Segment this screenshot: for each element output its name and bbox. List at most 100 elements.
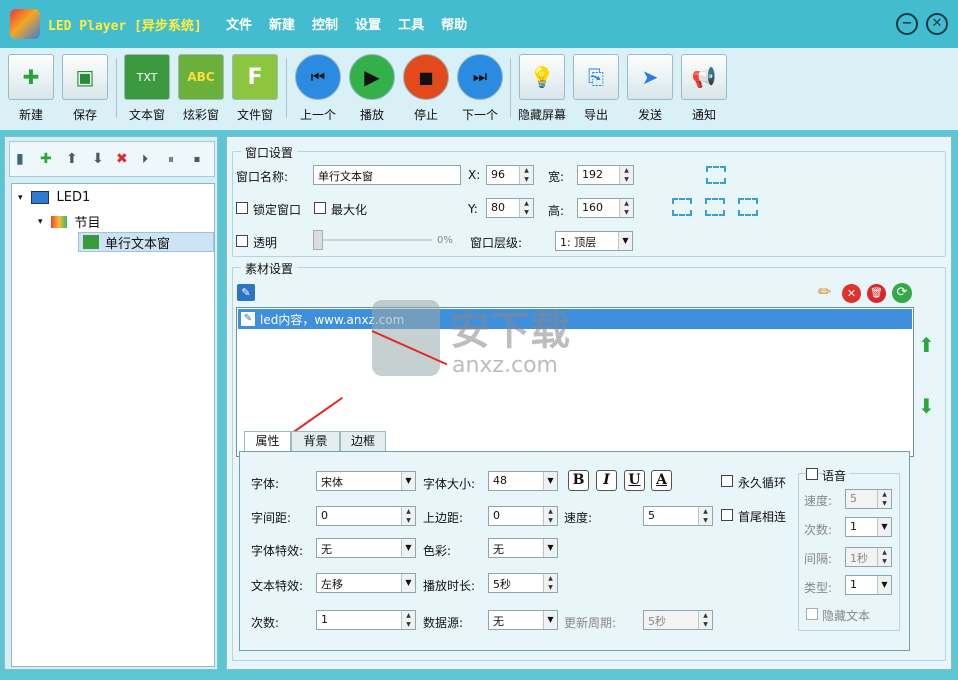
menu-file[interactable]: 文件 [226, 14, 252, 33]
count-spinner[interactable]: 1 ▲ ▼ [316, 610, 416, 630]
transparent-checkbox[interactable] [236, 235, 248, 247]
play-button[interactable]: ▶ 播放 [347, 54, 397, 123]
spinner-arrows-icon[interactable]: ▲ ▼ [877, 490, 891, 508]
voice-interval-spinner[interactable]: 1秒 ▲ ▼ [845, 547, 892, 567]
add-icon[interactable]: ✚ [40, 151, 52, 167]
new-button[interactable]: ✚ 新建 [6, 54, 56, 123]
next-button[interactable]: ⏭ 下一个 [455, 54, 505, 123]
edit-icon[interactable]: ✎ [237, 284, 255, 301]
spinner-arrows-icon[interactable]: ▲ ▼ [543, 507, 557, 525]
top-margin-spinner[interactable]: 0 ▲ ▼ [488, 506, 558, 526]
chevron-down-icon[interactable]: ▼ [401, 574, 415, 592]
menu-help[interactable]: 帮助 [441, 14, 467, 33]
hide-screen-button[interactable]: 💡 隐藏屏幕 [517, 54, 567, 123]
menu-new[interactable]: 新建 [269, 14, 295, 33]
tree-node-led1[interactable]: ▾ LED1 [18, 190, 90, 205]
voice-speed-spinner[interactable]: 5 ▲ ▼ [845, 489, 892, 509]
delete-icon[interactable]: ✖ [116, 151, 128, 167]
stop-button[interactable]: ■ 停止 [401, 54, 451, 123]
move-down-icon[interactable]: ⬇ [92, 151, 104, 167]
transparency-slider-track[interactable] [322, 239, 432, 241]
y-spinner[interactable]: 80 ▲ ▼ [486, 198, 534, 218]
tree-node-window[interactable]: 单行文本窗 [78, 232, 214, 252]
font-effect-select[interactable]: 无 ▼ [316, 538, 416, 558]
x-spinner[interactable]: 96 ▲ ▼ [486, 165, 534, 185]
height-spinner[interactable]: 160 ▲ ▼ [577, 198, 634, 218]
transparency-slider-thumb[interactable] [313, 230, 323, 250]
trash-icon[interactable]: 🗑 [867, 284, 886, 303]
loop-checkbox[interactable] [721, 475, 733, 487]
update-period-spinner[interactable]: 5秒 ▲ ▼ [643, 610, 713, 630]
italic-button[interactable]: I [596, 470, 617, 491]
voice-type-select[interactable]: 1 ▼ [845, 575, 892, 595]
refresh-icon[interactable]: ⟳ [892, 283, 912, 303]
send-button[interactable]: ➤ 发送 [625, 54, 675, 123]
spinner-arrows-icon[interactable]: ▲ ▼ [877, 548, 891, 566]
voice-count-select[interactable]: 1 ▼ [845, 517, 892, 537]
voice-checkbox[interactable] [806, 468, 818, 480]
remove-icon[interactable]: ✕ [842, 284, 861, 303]
spinner-arrows-icon[interactable]: ▲ ▼ [619, 166, 633, 184]
spinner-arrows-icon[interactable]: ▲ ▼ [543, 574, 557, 592]
align-left-icon[interactable] [672, 198, 692, 216]
chevron-down-icon[interactable]: ▼ [543, 539, 557, 557]
chevron-down-icon[interactable]: ▼ [401, 539, 415, 557]
close-icon[interactable]: ✕ [926, 13, 948, 35]
pencil-icon[interactable]: ✏ [818, 282, 831, 301]
text-effect-select[interactable]: 左移 ▼ [316, 573, 416, 593]
notify-button[interactable]: 📢 通知 [679, 54, 729, 123]
tab-background[interactable]: 背景 [291, 431, 340, 451]
align-right-icon[interactable] [738, 198, 758, 216]
save-button[interactable]: ▣ 保存 [60, 54, 110, 123]
tree-node-program[interactable]: ▾ 节目 [38, 212, 101, 231]
pause-icon[interactable]: ⏸ [168, 152, 174, 167]
spinner-arrows-icon[interactable]: ▲ ▼ [698, 611, 712, 629]
align-center-icon[interactable] [705, 198, 725, 216]
spinner-arrows-icon[interactable]: ▲ ▼ [519, 199, 533, 217]
move-up-icon[interactable]: ⬆ [918, 333, 935, 357]
menu-control[interactable]: 控制 [312, 14, 338, 33]
chevron-down-icon[interactable]: ▼ [877, 518, 891, 536]
chevron-down-icon[interactable]: ▼ [543, 472, 557, 490]
stop-icon[interactable]: ⏹ [194, 152, 200, 167]
width-spinner[interactable]: 192 ▲ ▼ [577, 165, 634, 185]
font-color-button[interactable]: A [651, 470, 672, 491]
align-top-icon[interactable] [706, 166, 726, 184]
spinner-arrows-icon[interactable]: ▲ ▼ [698, 507, 712, 525]
menu-settings[interactable]: 设置 [355, 14, 381, 33]
chevron-down-icon[interactable]: ▼ [877, 576, 891, 594]
tab-properties[interactable]: 属性 [244, 431, 291, 451]
bold-button[interactable]: B [568, 470, 589, 491]
window-name-input[interactable]: 单行文本窗 [313, 165, 461, 185]
lock-window-checkbox[interactable] [236, 202, 248, 214]
minimize-icon[interactable]: − [896, 13, 918, 35]
collapse-icon[interactable]: ▾ [38, 217, 43, 227]
color-window-button[interactable]: ABC 炫彩窗 [176, 54, 226, 123]
chevron-down-icon[interactable]: ▼ [401, 472, 415, 490]
chevron-down-icon[interactable]: ▼ [543, 611, 557, 629]
spinner-arrows-icon[interactable]: ▲ ▼ [619, 199, 633, 217]
chevron-down-icon[interactable]: ▼ [618, 232, 632, 250]
collapse-icon[interactable]: ▾ [18, 193, 23, 203]
play-icon[interactable]: ⏵ [142, 152, 148, 167]
font-select[interactable]: 宋体 ▼ [316, 471, 416, 491]
export-button[interactable]: ⎘ 导出 [571, 54, 621, 123]
clipboard-icon[interactable]: ▮ [16, 151, 24, 167]
underline-button[interactable]: U [624, 470, 645, 491]
file-window-button[interactable]: F 文件窗 [230, 54, 280, 123]
spacing-spinner[interactable]: 0 ▲ ▼ [316, 506, 416, 526]
previous-button[interactable]: ⏮ 上一个 [293, 54, 343, 123]
move-up-icon[interactable]: ⬆ [66, 151, 78, 167]
speed-spinner[interactable]: 5 ▲ ▼ [643, 506, 713, 526]
menu-tools[interactable]: 工具 [398, 14, 424, 33]
window-layer-select[interactable]: 1: 顶层 ▼ [555, 231, 633, 251]
duration-spinner[interactable]: 5秒 ▲ ▼ [488, 573, 558, 593]
data-source-select[interactable]: 无 ▼ [488, 610, 558, 630]
color-select[interactable]: 无 ▼ [488, 538, 558, 558]
head-tail-checkbox[interactable] [721, 509, 733, 521]
spinner-arrows-icon[interactable]: ▲ ▼ [401, 507, 415, 525]
spinner-arrows-icon[interactable]: ▲ ▼ [519, 166, 533, 184]
spinner-arrows-icon[interactable]: ▲ ▼ [401, 611, 415, 629]
font-size-select[interactable]: 48 ▼ [488, 471, 558, 491]
tab-border[interactable]: 边框 [340, 431, 386, 451]
